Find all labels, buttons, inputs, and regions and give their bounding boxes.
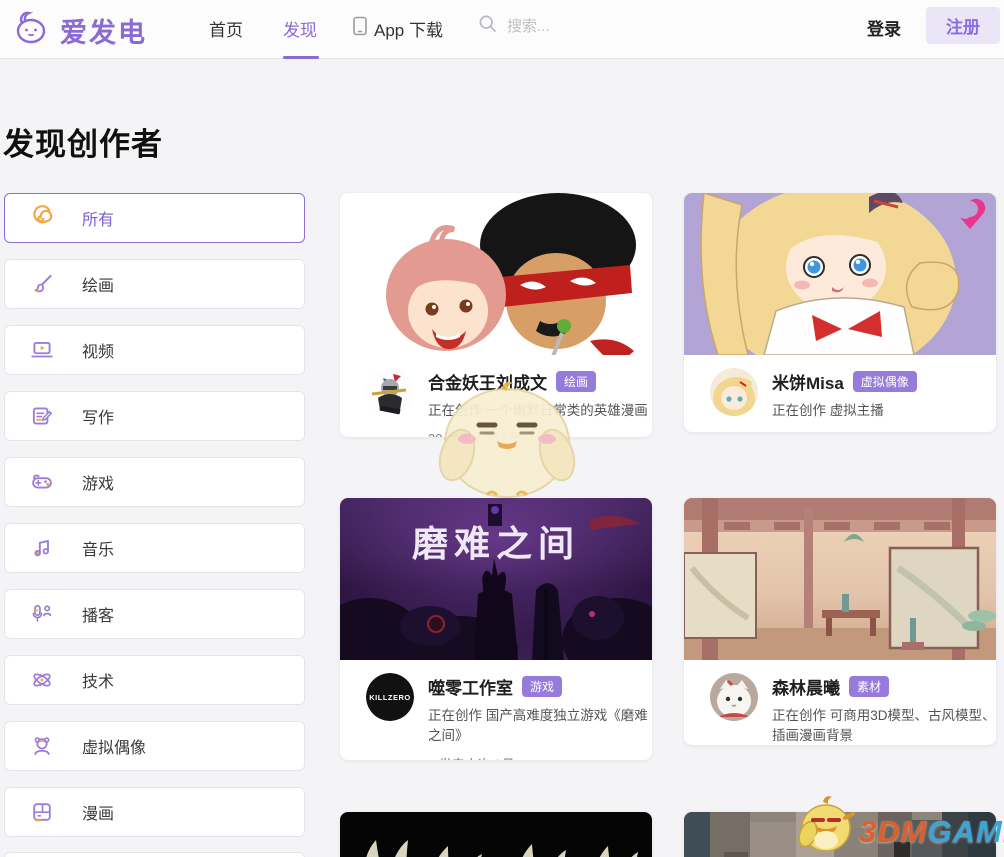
category-badge: 虚拟偶像 <box>853 371 917 392</box>
login-link[interactable]: 登录 <box>867 15 901 40</box>
creator-stat: 30 发电人次 / 月 <box>428 428 652 437</box>
creator-card[interactable]: 米饼Misa 虚拟偶像 正在创作 虚拟主播 <box>684 193 996 432</box>
category-badge: 游戏 <box>522 676 562 697</box>
creator-card[interactable]: 森林晨曦 素材 正在创作 可商用3D模型、古风模型、插画漫画背景 <box>684 498 996 745</box>
sidebar-item-writing[interactable]: 写作 <box>4 391 305 441</box>
category-badge: 素材 <box>849 676 889 697</box>
creator-cover-sculpture <box>340 812 652 857</box>
sidebar-item-label: 漫画 <box>82 800 114 824</box>
sidebar-item-painting[interactable]: 绘画 <box>4 259 305 309</box>
sidebar-item-label: 技术 <box>82 668 114 692</box>
sidebar-item-label: 虚拟偶像 <box>82 734 146 758</box>
sidebar-item-label: 绘画 <box>82 272 114 296</box>
swirl-icon <box>29 205 55 231</box>
avatar <box>366 368 414 416</box>
cover-game-title: 磨难之间 <box>412 524 580 564</box>
comic-panel-icon <box>29 799 55 825</box>
sidebar-item-technology[interactable]: 技术 <box>4 655 305 705</box>
avatar-text: KILLZERO <box>366 673 414 721</box>
category-badge: 绘画 <box>556 371 596 392</box>
creator-cover-manga-duo <box>340 193 652 355</box>
sidebar-item-label: 所有 <box>82 206 114 230</box>
sidebar-item-label: 音乐 <box>82 536 114 560</box>
creator-card[interactable]: 合金妖王刘成文 绘画 正在创作 一个幽默日常类的英雄漫画 30 发电人次 / 月 <box>340 193 652 437</box>
brand[interactable]: 爱发电 <box>12 9 147 52</box>
sidebar-item-podcast[interactable]: 播客 <box>4 589 305 639</box>
creator-name: 噬零工作室 <box>428 674 513 699</box>
sidebar-item-label: 播客 <box>82 602 114 626</box>
creator-name: 森林晨曦 <box>772 674 840 699</box>
sidebar-item-games[interactable]: 游戏 <box>4 457 305 507</box>
atom-icon <box>29 667 55 693</box>
header: 爱发电 首页 发现 App 下载 登录 注册 <box>0 0 1004 59</box>
creator-cover-pixelated <box>684 812 996 857</box>
creator-card[interactable] <box>684 812 996 857</box>
nav-home[interactable]: 首页 <box>209 16 243 41</box>
vtuber-girl-icon <box>29 733 55 759</box>
creator-cover-vtuber-sketch <box>684 193 996 355</box>
music-notes-icon <box>29 535 55 561</box>
sidebar-item-label: 游戏 <box>82 470 114 494</box>
creator-desc: 正在创作 虚拟主播 <box>772 401 996 421</box>
video-laptop-icon <box>29 337 55 363</box>
search-icon <box>478 14 497 38</box>
creator-info: 米饼Misa 虚拟偶像 正在创作 虚拟主播 <box>684 355 996 431</box>
avatar: KILLZERO <box>366 673 414 721</box>
creator-stat: 1 发电人次 / 月 <box>428 754 652 761</box>
afdian-logo-icon <box>12 9 50 52</box>
creator-info: 合金妖王刘成文 绘画 正在创作 一个幽默日常类的英雄漫画 30 发电人次 / 月 <box>340 355 652 437</box>
nav-app-download[interactable]: App 下载 <box>352 16 443 41</box>
creator-desc: 正在创作 国产高难度独立游戏《磨难之间》 <box>428 706 652 747</box>
creator-name: 米饼Misa <box>772 369 844 394</box>
paintbrush-icon <box>29 271 55 297</box>
gamepad-icon <box>29 469 55 495</box>
nav-app-label: App 下载 <box>374 16 443 41</box>
nav-discover[interactable]: 发现 <box>283 16 317 41</box>
sidebar-item-all[interactable]: 所有 <box>4 193 305 243</box>
creator-info: KILLZERO 噬零工作室 游戏 正在创作 国产高难度独立游戏《磨难之间》 1… <box>340 660 652 760</box>
afdian-discover-page: 爱发电 首页 发现 App 下载 登录 注册 发现创 <box>0 0 1004 857</box>
brand-name: 爱发电 <box>60 11 147 50</box>
phone-icon <box>352 16 368 41</box>
avatar <box>710 673 758 721</box>
creator-cover-dark-game: 磨难之间 <box>340 498 652 660</box>
search-box <box>478 14 659 38</box>
creator-name: 合金妖王刘成文 <box>428 369 547 394</box>
sidebar-item-partial[interactable] <box>4 852 305 857</box>
creator-desc: 正在创作 可商用3D模型、古风模型、插画漫画背景 <box>772 706 996 745</box>
sidebar-item-music[interactable]: 音乐 <box>4 523 305 573</box>
sidebar-item-label: 写作 <box>82 404 114 428</box>
sidebar-item-label: 视频 <box>82 338 114 362</box>
register-button[interactable]: 注册 <box>926 7 1000 44</box>
avatar <box>710 368 758 416</box>
creator-card[interactable]: 磨难之间 KILLZERO 噬零工作室 游戏 正在创作 国产高难度独立游戏《 <box>340 498 652 760</box>
search-input[interactable] <box>505 17 659 36</box>
creator-card[interactable] <box>340 812 652 857</box>
creator-desc: 正在创作 一个幽默日常类的英雄漫画 <box>428 401 652 421</box>
sidebar-item-comics[interactable]: 漫画 <box>4 787 305 837</box>
writing-icon <box>29 403 55 429</box>
page-title: 发现创作者 <box>3 119 163 164</box>
sidebar-item-virtual-idol[interactable]: 虚拟偶像 <box>4 721 305 771</box>
sidebar-item-video[interactable]: 视频 <box>4 325 305 375</box>
podcast-mic-icon <box>29 601 55 627</box>
creator-cover-chinese-interior <box>684 498 996 660</box>
creator-info: 森林晨曦 素材 正在创作 可商用3D模型、古风模型、插画漫画背景 <box>684 660 996 745</box>
